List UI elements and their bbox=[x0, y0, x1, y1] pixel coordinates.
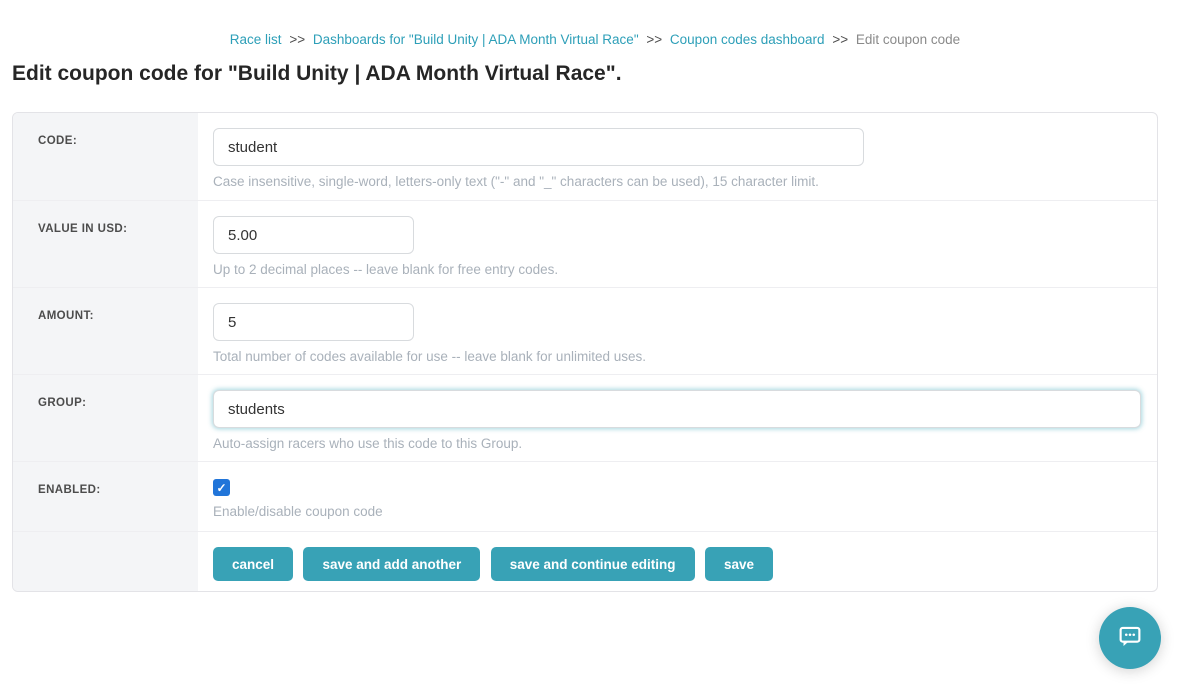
amount-label: AMOUNT: bbox=[38, 310, 94, 322]
value-in-usd-help-text: Up to 2 decimal places -- leave blank fo… bbox=[213, 262, 1141, 277]
buttons-content-cell: cancel save and add another save and con… bbox=[198, 532, 1157, 591]
value-in-usd-label: VALUE IN USD: bbox=[38, 223, 127, 235]
code-label-cell: CODE: bbox=[13, 113, 198, 200]
group-label: GROUP: bbox=[38, 397, 86, 409]
form-row-group: GROUP: Auto-assign racers who use this c… bbox=[13, 374, 1157, 461]
code-input[interactable] bbox=[213, 128, 864, 166]
amount-content-cell: Total number of codes available for use … bbox=[198, 288, 1157, 374]
code-label: CODE: bbox=[38, 135, 77, 147]
form-row-amount: AMOUNT: Total number of codes available … bbox=[13, 287, 1157, 374]
form-row-code: CODE: Case insensitive, single-word, let… bbox=[13, 113, 1157, 200]
amount-input[interactable] bbox=[213, 303, 414, 341]
save-and-add-another-button[interactable]: save and add another bbox=[303, 547, 480, 581]
code-content-cell: Case insensitive, single-word, letters-o… bbox=[198, 113, 1157, 200]
value-in-usd-input[interactable] bbox=[213, 216, 414, 254]
buttons-label-cell bbox=[13, 532, 198, 591]
cancel-button[interactable]: cancel bbox=[213, 547, 293, 581]
speech-bubble-dots-icon bbox=[1115, 621, 1145, 656]
group-content-cell: Auto-assign racers who use this code to … bbox=[198, 375, 1157, 461]
breadcrumb-link-dashboards[interactable]: Dashboards for "Build Unity | ADA Month … bbox=[313, 32, 639, 47]
enabled-content-cell: ✓ Enable/disable coupon code bbox=[198, 462, 1157, 531]
amount-help-text: Total number of codes available for use … bbox=[213, 349, 1141, 364]
breadcrumb-link-race-list[interactable]: Race list bbox=[230, 32, 282, 47]
chat-widget-button[interactable] bbox=[1099, 607, 1161, 669]
page-title: Edit coupon code for "Build Unity | ADA … bbox=[12, 60, 1190, 88]
code-help-text: Case insensitive, single-word, letters-o… bbox=[213, 174, 1141, 189]
breadcrumb-link-coupon-codes-dashboard[interactable]: Coupon codes dashboard bbox=[670, 32, 825, 47]
group-input[interactable] bbox=[213, 390, 1141, 428]
save-and-continue-editing-button[interactable]: save and continue editing bbox=[491, 547, 695, 581]
form-row-value-in-usd: VALUE IN USD: Up to 2 decimal places -- … bbox=[13, 200, 1157, 287]
group-label-cell: GROUP: bbox=[13, 375, 198, 461]
enabled-help-text: Enable/disable coupon code bbox=[213, 504, 1141, 519]
breadcrumb-separator: >> bbox=[646, 32, 662, 47]
coupon-edit-form: CODE: Case insensitive, single-word, let… bbox=[12, 112, 1158, 592]
save-button[interactable]: save bbox=[705, 547, 773, 581]
breadcrumb: Race list >> Dashboards for "Build Unity… bbox=[0, 0, 1190, 47]
breadcrumb-current-page: Edit coupon code bbox=[856, 32, 960, 47]
value-in-usd-content-cell: Up to 2 decimal places -- leave blank fo… bbox=[198, 201, 1157, 287]
enabled-checkbox[interactable]: ✓ bbox=[213, 479, 230, 496]
breadcrumb-separator: >> bbox=[289, 32, 305, 47]
group-help-text: Auto-assign racers who use this code to … bbox=[213, 436, 1141, 451]
amount-label-cell: AMOUNT: bbox=[13, 288, 198, 374]
form-row-enabled: ENABLED: ✓ Enable/disable coupon code bbox=[13, 461, 1157, 531]
enabled-label: ENABLED: bbox=[38, 484, 101, 496]
enabled-label-cell: ENABLED: bbox=[13, 462, 198, 531]
breadcrumb-separator: >> bbox=[832, 32, 848, 47]
form-row-buttons: cancel save and add another save and con… bbox=[13, 531, 1157, 591]
value-in-usd-label-cell: VALUE IN USD: bbox=[13, 201, 198, 287]
